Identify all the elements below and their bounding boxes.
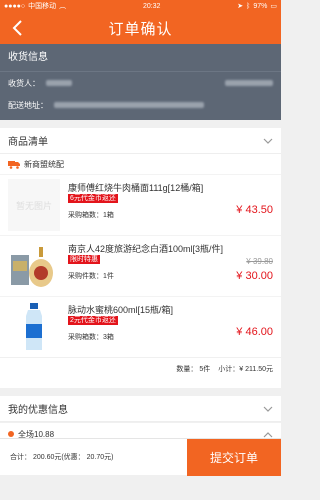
address-redacted bbox=[54, 102, 204, 108]
receiver-row: 收货人： bbox=[0, 72, 281, 94]
shipper-row: 新商盟统配 bbox=[0, 154, 281, 174]
summary-count: 数量： 5件 bbox=[176, 365, 211, 373]
product-name: 南京人42度旅游纪念白酒100ml[3瓶/件] bbox=[68, 244, 224, 254]
promo-badge: 6元代金币返还 bbox=[68, 194, 118, 203]
quantity-label: 采购箱数：3箱 bbox=[68, 334, 114, 341]
address-section-title: 收货信息 bbox=[0, 44, 281, 72]
nav-bar: 订单确认 bbox=[0, 12, 281, 44]
shipper-label: 新商盟统配 bbox=[24, 159, 64, 169]
quantity-label: 采购箱数：1箱 bbox=[68, 212, 114, 219]
battery-percent: 97% bbox=[253, 2, 268, 10]
order-total: 合计： 200.60元(优惠： 20.70元) bbox=[10, 454, 114, 461]
product-item[interactable]: 脉动水蜜桃600ml[15瓶/箱] 2元代金币返还 采购箱数：3箱 ¥ 46.0… bbox=[0, 296, 281, 357]
battery-icon: ▭ bbox=[270, 3, 277, 10]
truck-icon bbox=[8, 160, 20, 169]
product-thumbnail bbox=[8, 301, 60, 353]
back-button[interactable] bbox=[6, 16, 30, 40]
address-row: 配送地址： bbox=[0, 94, 281, 116]
coupon-dot-icon bbox=[8, 431, 14, 437]
product-price: ¥ 43.50 bbox=[236, 204, 273, 216]
summary-subtotal: 小计：¥ 211.50元 bbox=[218, 365, 273, 373]
address-label: 配送地址： bbox=[8, 100, 48, 110]
product-name: 康师傅红烧牛肉桶面111g[12桶/箱] bbox=[68, 183, 204, 193]
product-thumbnail: 暂无图片 bbox=[8, 179, 60, 231]
product-list-title: 商品清单 bbox=[8, 137, 48, 148]
page-title: 订单确认 bbox=[108, 20, 173, 38]
signal-icon: ●●●●○ bbox=[4, 2, 26, 10]
promo-badge: 限时特惠 bbox=[68, 255, 100, 264]
chevron-down-icon bbox=[263, 138, 273, 144]
receiver-name-redacted bbox=[46, 80, 72, 86]
coupon-section-title: 我的优惠信息 bbox=[8, 405, 68, 416]
product-item[interactable]: 南京人42度旅游纪念白酒100ml[3瓶/件] 限时特惠 采购件数：1件 ¥ 3… bbox=[0, 235, 281, 296]
address-panel[interactable]: 收货信息 收货人： 配送地址： bbox=[0, 44, 281, 120]
status-right: ➤ ᛒ 97% ▭ bbox=[237, 2, 277, 11]
status-bar: ●●●●○ 中国移动 ︵ 20:32 ➤ ᛒ 97% ▭ bbox=[0, 0, 281, 12]
checkout-bar: 合计： 200.60元(优惠： 20.70元) 提交订单 bbox=[0, 438, 281, 476]
liquor-bottle-image bbox=[11, 247, 53, 287]
receiver-phone-redacted bbox=[225, 80, 273, 86]
product-list-header[interactable]: 商品清单 bbox=[0, 128, 281, 154]
water-bottle-image bbox=[26, 303, 42, 350]
original-price: ¥ 39.80 bbox=[246, 257, 273, 266]
receiver-label: 收货人： bbox=[8, 78, 40, 88]
location-icon: ➤ bbox=[237, 3, 244, 10]
quantity-label: 采购件数：1件 bbox=[68, 273, 114, 280]
clock: 20:32 bbox=[142, 2, 161, 10]
product-summary: 数量： 5件 小计：¥ 211.50元 bbox=[0, 357, 281, 379]
carrier-label: 中国移动 bbox=[28, 3, 57, 10]
submit-order-button[interactable]: 提交订单 bbox=[187, 438, 281, 476]
product-price: ¥ 30.00 bbox=[236, 270, 273, 282]
product-thumbnail bbox=[8, 240, 60, 292]
bluetooth-icon: ᛒ bbox=[246, 2, 251, 10]
promo-badge: 2元代金币返还 bbox=[68, 316, 118, 325]
chevron-left-icon bbox=[12, 20, 22, 36]
chevron-down-icon bbox=[263, 406, 273, 412]
product-price: ¥ 46.00 bbox=[236, 326, 273, 338]
product-name: 脉动水蜜桃600ml[15瓶/箱] bbox=[68, 305, 174, 315]
wifi-icon: ︵ bbox=[59, 3, 67, 10]
coupon-header[interactable]: 我的优惠信息 bbox=[0, 396, 281, 422]
product-list-section: 商品清单 新商盟统配 暂无图片 康师傅红烧牛肉桶面111g[12桶/箱] 6元代… bbox=[0, 128, 281, 388]
status-left: ●●●●○ 中国移动 ︵ bbox=[4, 1, 66, 11]
product-item[interactable]: 暂无图片 康师傅红烧牛肉桶面111g[12桶/箱] 6元代金币返还 采购箱数：1… bbox=[0, 174, 281, 235]
placeholder-image-text: 暂无图片 bbox=[15, 200, 52, 211]
